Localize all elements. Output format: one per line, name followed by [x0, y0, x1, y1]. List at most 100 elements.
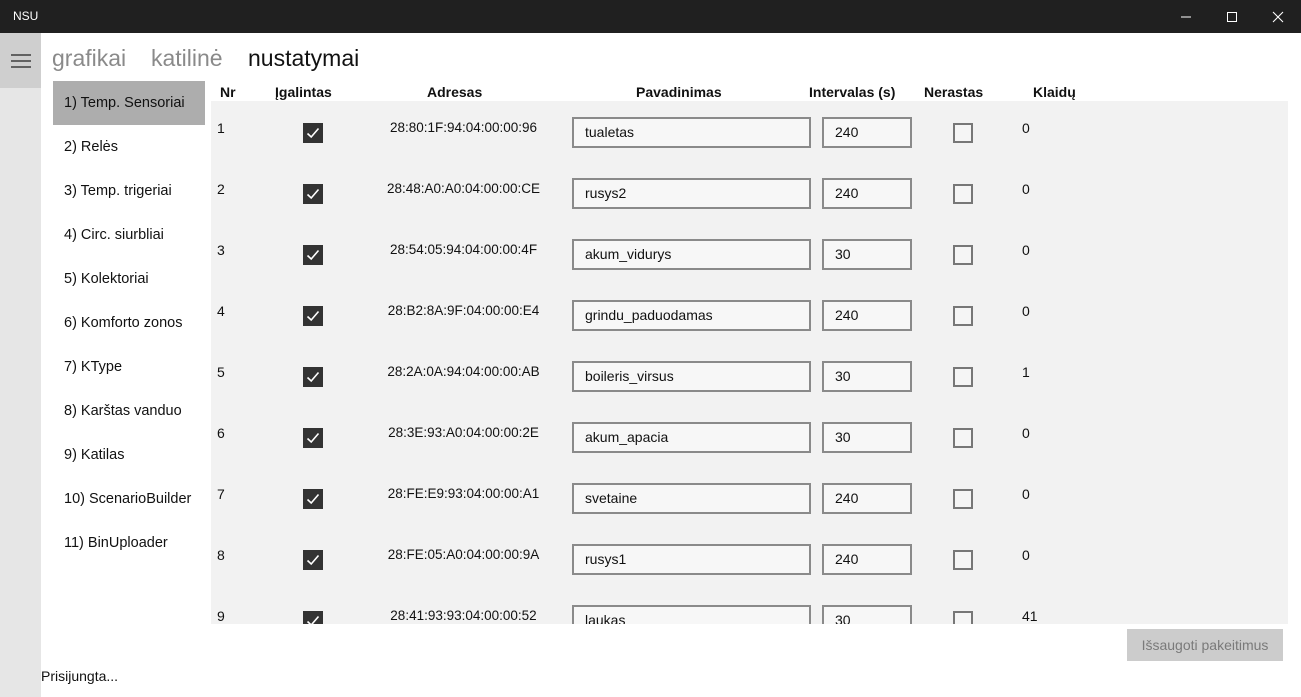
sensor-name-input[interactable]: laukas: [572, 605, 811, 624]
sensor-name-input[interactable]: svetaine: [572, 483, 811, 514]
left-rail: [0, 33, 41, 697]
interval-input[interactable]: 30: [822, 361, 912, 392]
row-nr: 3: [217, 242, 225, 258]
nav-item-binuploader[interactable]: 11) BinUploader: [53, 521, 205, 565]
header-address: Adresas: [427, 84, 483, 100]
checkmark-icon: [306, 554, 320, 566]
close-button[interactable]: [1255, 0, 1301, 33]
sensor-table[interactable]: 1 28:80:1F:94:04:00:00:96 tualetas 240 0 2 28:…: [211, 101, 1288, 624]
interval-input[interactable]: 30: [822, 605, 912, 624]
enabled-checkbox[interactable]: [303, 611, 323, 624]
hamburger-button[interactable]: [0, 33, 41, 88]
table-row: 3 28:54:05:94:04:00:00:4F akum_vidurys 30 0: [211, 223, 1288, 284]
missing-checkbox[interactable]: [953, 367, 973, 387]
enabled-checkbox[interactable]: [303, 550, 323, 570]
sensor-name-input[interactable]: grindu_paduodamas: [572, 300, 811, 331]
minimize-button[interactable]: [1163, 0, 1209, 33]
interval-input[interactable]: 240: [822, 483, 912, 514]
nav-item-reles[interactable]: 2) Relės: [53, 125, 205, 169]
tab-grafikai[interactable]: grafikai: [52, 45, 126, 72]
sensor-name-input[interactable]: akum_apacia: [572, 422, 811, 453]
missing-checkbox[interactable]: [953, 428, 973, 448]
checkmark-icon: [306, 371, 320, 383]
enabled-checkbox[interactable]: [303, 306, 323, 326]
app-title: NSU: [13, 9, 39, 23]
missing-checkbox[interactable]: [953, 245, 973, 265]
checkmark-icon: [306, 615, 320, 624]
row-nr: 4: [217, 303, 225, 319]
enabled-checkbox[interactable]: [303, 184, 323, 204]
error-count: 0: [1022, 181, 1030, 197]
header-errors: Klaidų: [1033, 84, 1076, 100]
sensor-address: 28:2A:0A:94:04:00:00:AB: [387, 364, 540, 379]
nav-item-scenariobuilder[interactable]: 10) ScenarioBuilder: [53, 477, 205, 521]
sensor-address: 28:B2:8A:9F:04:00:00:E4: [387, 303, 540, 318]
table-row: 7 28:FE:E9:93:04:00:00:A1 svetaine 240 0: [211, 467, 1288, 528]
tab-nustatymai[interactable]: nustatymai: [248, 45, 359, 72]
checkmark-icon: [306, 127, 320, 139]
sensor-name-input[interactable]: akum_vidurys: [572, 239, 811, 270]
row-nr: 5: [217, 364, 225, 380]
checkmark-icon: [306, 432, 320, 444]
tab-katiline[interactable]: katilinė: [151, 45, 223, 72]
nav-item-circ-siurbliai[interactable]: 4) Circ. siurbliai: [53, 213, 205, 257]
header-missing: Nerastas: [924, 84, 984, 100]
enabled-checkbox[interactable]: [303, 489, 323, 509]
error-count: 0: [1022, 242, 1030, 258]
title-bar: NSU: [0, 0, 1301, 33]
sensor-address: 28:41:93:93:04:00:00:52: [390, 608, 537, 623]
checkmark-icon: [306, 310, 320, 322]
interval-input[interactable]: 30: [822, 239, 912, 270]
nav-item-temp-trigeriai[interactable]: 3) Temp. trigeriai: [53, 169, 205, 213]
error-count: 41: [1022, 608, 1038, 624]
interval-input[interactable]: 240: [822, 300, 912, 331]
table-row: 6 28:3E:93:A0:04:00:00:2E akum_apacia 30 0: [211, 406, 1288, 467]
header-nr: Nr: [220, 84, 236, 100]
enabled-checkbox[interactable]: [303, 245, 323, 265]
enabled-checkbox[interactable]: [303, 428, 323, 448]
checkmark-icon: [306, 188, 320, 200]
interval-input[interactable]: 240: [822, 544, 912, 575]
sensor-address: 28:48:A0:A0:04:00:00:CE: [386, 181, 541, 196]
interval-input[interactable]: 240: [822, 178, 912, 209]
nav-item-kolektoriai[interactable]: 5) Kolektoriai: [53, 257, 205, 301]
sensor-address: 28:3E:93:A0:04:00:00:2E: [388, 425, 539, 440]
missing-checkbox[interactable]: [953, 611, 973, 624]
checkmark-icon: [306, 249, 320, 261]
nav-item-komforto-zonos[interactable]: 6) Komforto zonos: [53, 301, 205, 345]
row-nr: 6: [217, 425, 225, 441]
header-enabled: Įgalintas: [275, 84, 332, 100]
sensor-name-input[interactable]: rusys1: [572, 544, 811, 575]
table-row: 2 28:48:A0:A0:04:00:00:CE rusys2 240 0: [211, 162, 1288, 223]
table-row: 5 28:2A:0A:94:04:00:00:AB boileris_virsus 3…: [211, 345, 1288, 406]
missing-checkbox[interactable]: [953, 550, 973, 570]
settings-nav: 1) Temp. Sensoriai 2) Relės 3) Temp. tri…: [53, 81, 205, 565]
missing-checkbox[interactable]: [953, 489, 973, 509]
nav-item-ktype[interactable]: 7) KType: [53, 345, 205, 389]
sensor-address: 28:80:1F:94:04:00:00:96: [389, 120, 538, 135]
interval-input[interactable]: 30: [822, 422, 912, 453]
minimize-icon: [1181, 16, 1191, 17]
sensor-name-input[interactable]: tualetas: [572, 117, 811, 148]
sensor-name-input[interactable]: rusys2: [572, 178, 811, 209]
missing-checkbox[interactable]: [953, 184, 973, 204]
missing-checkbox[interactable]: [953, 306, 973, 326]
enabled-checkbox[interactable]: [303, 123, 323, 143]
sensor-address: 28:FE:05:A0:04:00:00:9A: [387, 547, 540, 562]
error-count: 0: [1022, 425, 1030, 441]
table-row: 1 28:80:1F:94:04:00:00:96 tualetas 240 0: [211, 101, 1288, 162]
sensor-address: 28:FE:E9:93:04:00:00:A1: [387, 486, 540, 501]
nav-item-karstas-vanduo[interactable]: 8) Karštas vanduo: [53, 389, 205, 433]
nav-item-temp-sensoriai[interactable]: 1) Temp. Sensoriai: [53, 81, 205, 125]
header-interval: Intervalas (s): [809, 84, 896, 100]
maximize-button[interactable]: [1209, 0, 1255, 33]
missing-checkbox[interactable]: [953, 123, 973, 143]
nav-item-katilas[interactable]: 9) Katilas: [53, 433, 205, 477]
sensor-name-input[interactable]: boileris_virsus: [572, 361, 811, 392]
error-count: 0: [1022, 303, 1030, 319]
save-button[interactable]: Išsaugoti pakeitimus: [1127, 629, 1283, 661]
close-icon: [1272, 11, 1284, 22]
interval-input[interactable]: 240: [822, 117, 912, 148]
sensor-address: 28:54:05:94:04:00:00:4F: [389, 242, 538, 257]
enabled-checkbox[interactable]: [303, 367, 323, 387]
